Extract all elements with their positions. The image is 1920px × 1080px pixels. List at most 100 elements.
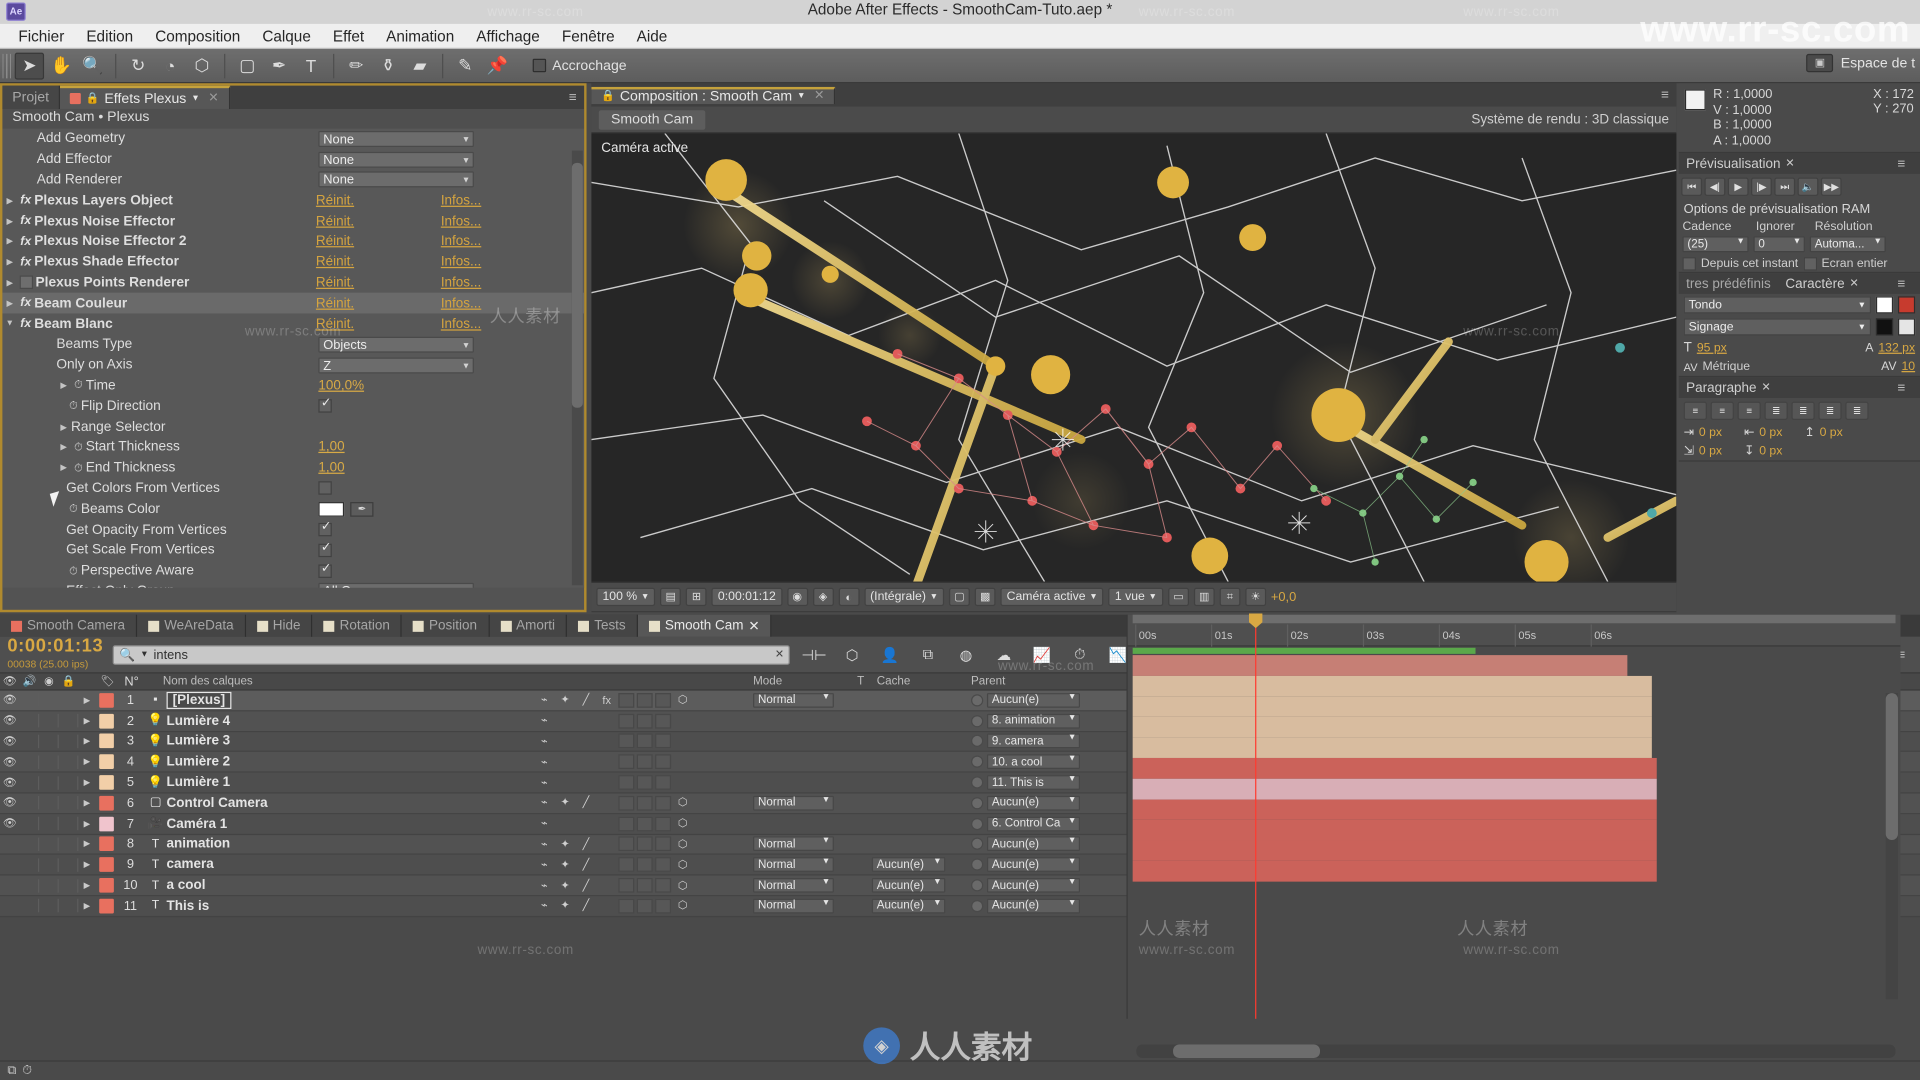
shy-icon[interactable]: ⌁: [535, 693, 553, 708]
ram-preview-button[interactable]: ▶▶: [1820, 177, 1842, 196]
paragraph-menu-icon[interactable]: ≡: [1890, 380, 1913, 395]
frame-blend-box[interactable]: [618, 692, 635, 708]
camera-select[interactable]: Caméra active ▼: [1000, 587, 1104, 607]
frame-blend-box[interactable]: [618, 816, 635, 832]
info-link[interactable]: Infos...: [441, 193, 481, 208]
effect-row[interactable]: ▶ ⏱ Time 100,0%: [2, 375, 584, 396]
close-icon[interactable]: ✕: [748, 618, 759, 634]
effect-row[interactable]: ⏱ Flip Direction: [2, 396, 584, 417]
scrollbar-thumb[interactable]: [571, 162, 583, 408]
audio-solo-lock-cells[interactable]: [20, 837, 79, 851]
layer-duration-bar[interactable]: [1132, 778, 1657, 800]
layer-duration-bar[interactable]: [1132, 757, 1657, 779]
views-select[interactable]: 1 vue ▼: [1108, 587, 1164, 607]
timeline-tab-tests[interactable]: Tests: [567, 614, 638, 637]
parent-select[interactable]: Aucun(e) ▼: [986, 836, 1081, 852]
effect-row[interactable]: ▶ ⏱ End Thickness 1,00: [2, 458, 584, 479]
reset-link[interactable]: Réinit.: [316, 193, 354, 208]
twirl-icon[interactable]: ▶: [56, 463, 71, 473]
layer-color-swatch[interactable]: [96, 898, 117, 914]
layer-duration-bar[interactable]: [1132, 819, 1657, 841]
frame-blend-box[interactable]: [618, 713, 635, 729]
collapse-icon[interactable]: ✦: [556, 878, 574, 893]
adjustment-box[interactable]: [655, 754, 672, 770]
parent-cell[interactable]: Aucun(e) ▼: [971, 898, 1124, 914]
layer-duration-bar[interactable]: [1132, 655, 1628, 676]
collapse-icon[interactable]: ✦: [556, 899, 574, 914]
param-dropdown[interactable]: None ▼: [318, 130, 474, 147]
first-frame-button[interactable]: ⏮: [1681, 177, 1703, 196]
param-checkbox[interactable]: [318, 520, 332, 537]
quality-icon[interactable]: ╱: [577, 857, 595, 872]
brainstorm-icon[interactable]: ☁: [990, 643, 1018, 666]
font-style-select[interactable]: Signage ▼: [1683, 318, 1872, 336]
layer-color-swatch[interactable]: [96, 795, 117, 811]
layer-duration-bar[interactable]: [1132, 675, 1652, 697]
parent-cell[interactable]: 10. a cool ▼: [971, 754, 1124, 770]
effect-row[interactable]: Get Scale From Vertices: [2, 540, 584, 561]
twirl-icon[interactable]: ▶: [56, 381, 71, 391]
parent-select[interactable]: Aucun(e) ▼: [986, 795, 1081, 811]
pan-camera-tool[interactable]: ⬡: [187, 52, 216, 79]
parent-select[interactable]: Aucun(e) ▼: [986, 692, 1081, 708]
toggle-switches-modes-icon[interactable]: ⧉: [7, 1064, 16, 1077]
effect-row[interactable]: ▶ Range Selector: [2, 417, 584, 438]
audio-solo-lock-cells[interactable]: [20, 734, 79, 749]
param-checkbox[interactable]: [318, 481, 332, 496]
frame-blend-box[interactable]: [618, 795, 635, 811]
audio-solo-lock-cells[interactable]: [20, 858, 79, 872]
layer-color-swatch[interactable]: [96, 816, 117, 832]
param-checkbox[interactable]: [318, 541, 332, 557]
orbit-camera-tool[interactable]: ◔: [156, 52, 185, 79]
brush-tool[interactable]: ✏: [342, 52, 371, 79]
layer-duration-bar[interactable]: [1132, 840, 1657, 861]
stopwatch-icon[interactable]: ⏱: [66, 564, 81, 577]
frame-blend-box[interactable]: [618, 754, 635, 770]
motion-blur-box[interactable]: [636, 878, 653, 893]
close-icon[interactable]: ✕: [1785, 157, 1794, 170]
three-d-icon[interactable]: ⬡: [673, 816, 691, 831]
tab-composition-smooth-cam[interactable]: 🔒 Composition : Smooth Cam ▼ ✕: [591, 86, 836, 104]
layer-switches[interactable]: ⌁ ✦ ╱ ⬡: [535, 795, 755, 811]
quality-icon[interactable]: ╱: [577, 693, 595, 708]
motion-blur-box[interactable]: [636, 775, 653, 790]
layer-name[interactable]: Control Camera: [167, 796, 268, 811]
motion-blur-box[interactable]: [636, 713, 653, 729]
audio-solo-lock-cells[interactable]: [20, 775, 79, 790]
adjustment-box[interactable]: [655, 898, 672, 914]
renderer-label[interactable]: Système de rendu : 3D classique: [1471, 112, 1676, 127]
twirl-icon[interactable]: ▶: [78, 880, 95, 891]
twirl-icon[interactable]: ▶: [2, 237, 17, 247]
effect-row[interactable]: Add Geometry None ▼: [2, 129, 584, 150]
zoom-level-select[interactable]: 100 % ▼: [596, 587, 656, 607]
param-checkbox[interactable]: [318, 562, 332, 578]
composition-canvas[interactable]: Caméra active: [591, 133, 1677, 582]
info-link[interactable]: Infos...: [441, 234, 481, 249]
type-tool[interactable]: T: [296, 52, 325, 79]
motion-blur-box[interactable]: [636, 836, 653, 852]
pickwhip-icon[interactable]: [971, 838, 984, 851]
shy-icon[interactable]: ⌁: [535, 857, 553, 872]
fill-color-swatch[interactable]: [1875, 296, 1894, 314]
frame-blend-box[interactable]: [618, 857, 635, 873]
layer-color-swatch[interactable]: [96, 713, 117, 729]
timeline-vertical-scrollbar[interactable]: [1885, 693, 1898, 1000]
info-link[interactable]: Infos...: [441, 214, 481, 229]
graph-editor-icon[interactable]: 📈: [1028, 643, 1056, 666]
three-d-icon[interactable]: ⬡: [673, 857, 691, 872]
timeline-tab-position[interactable]: Position: [402, 614, 490, 637]
layer-visibility-icon[interactable]: 👁: [0, 776, 20, 789]
motion-blur-box[interactable]: [636, 816, 653, 832]
effect-row[interactable]: Effect Only Group All Groups ▼: [2, 581, 584, 588]
layer-visibility-icon[interactable]: 👁: [0, 755, 20, 768]
parent-cell[interactable]: 11. This is ▼: [971, 775, 1124, 790]
leading-value[interactable]: 132 px: [1878, 341, 1915, 354]
layer-switches[interactable]: ⌁ ✦ ╱ ⬡: [535, 857, 755, 873]
timeline-icon[interactable]: ▥: [1193, 587, 1215, 607]
effect-row[interactable]: ▶ fx Plexus Layers Object Réinit. Infos...: [2, 190, 584, 211]
puppet-pin-tool[interactable]: 📌: [482, 52, 511, 79]
effect-row[interactable]: Beams Type Objects ▼: [2, 334, 584, 355]
shy-icon[interactable]: ⌁: [535, 796, 553, 811]
effect-row[interactable]: Add Renderer None ▼: [2, 170, 584, 191]
stopwatch-icon[interactable]: ⏱: [66, 502, 81, 515]
